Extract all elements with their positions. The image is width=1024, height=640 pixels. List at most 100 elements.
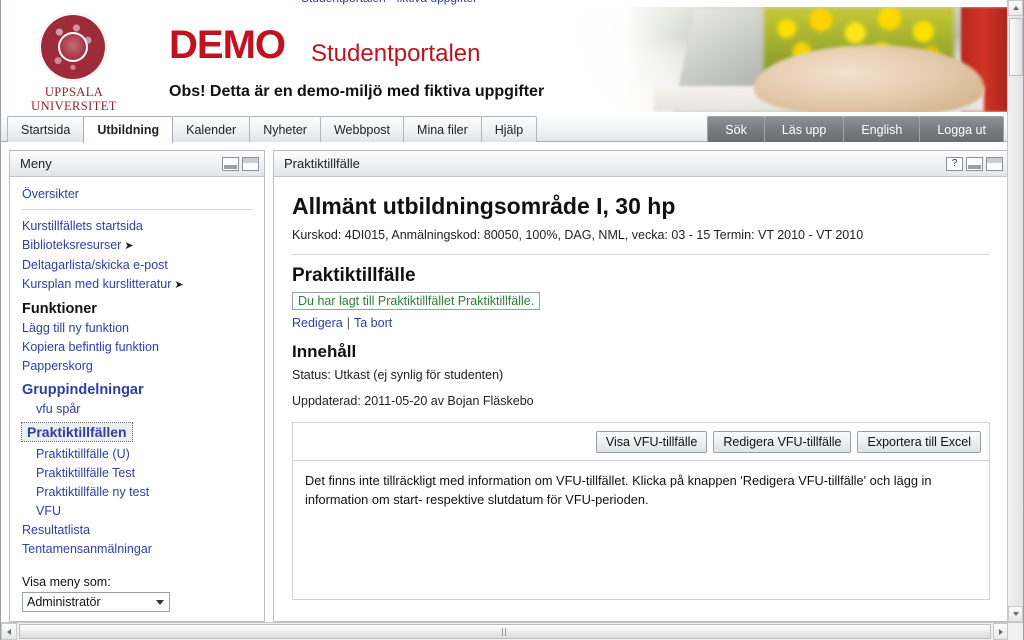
utility-buttons: Sök Läs upp English Logga ut [707,116,1004,142]
export-excel-button[interactable]: Exportera till Excel [857,430,981,453]
banner-photo [564,7,1009,112]
tab-utbildning-label: Utbildning [97,123,160,137]
portal-wordmark: Studentportalen [311,40,481,67]
tab-hjalp[interactable]: Hjälp [480,116,538,142]
triangle-right-icon [999,628,1003,635]
sidebar-item-praktiktillfalle-test[interactable]: Praktiktillfälle Test [10,464,264,483]
sidebar-item-vfu[interactable]: VFU [10,502,264,521]
triangle-up-icon [1012,6,1019,10]
demo-environment-note: Obs! Detta är en demo-miljö med fiktiva … [169,83,545,100]
sidebar-panel-header: Meny [10,151,264,177]
horizontal-scrollbar[interactable] [1,622,1009,640]
sidebar-minimize-icon[interactable] [222,156,239,171]
clipped-top-text-label: Studentportalen - fiktiva uppgifter [301,0,477,5]
demo-wordmark: DEMO [169,23,286,67]
sidebar-heading-gruppindelningar: Gruppindelningar [22,382,144,398]
sidebar-panel: Meny Översikter Kurstillfällets startsid… [9,150,265,622]
sidebar-item-deltagarlista[interactable]: Deltagarlista/skicka e-post [10,256,264,275]
view-vfu-button[interactable]: Visa VFU-tillfälle [595,430,708,453]
sidebar-item-papperskorg[interactable]: Papperskorg [10,357,264,376]
search-button[interactable]: Sök [707,116,765,142]
updated-text: Uppdaterad: 2011-05-20 av Bojan Fläskebo [292,394,534,408]
external-link-icon: ➤ [124,240,134,252]
sidebar-item-label: Kurstillfällets startsida [22,219,143,233]
triangle-down-icon [1012,612,1019,616]
logout-button-label: Logga ut [937,122,986,137]
course-metadata: Kurskod: 4DI015, Anmälningskod: 80050, 1… [292,228,864,242]
tab-mina-filer-label: Mina filer [417,122,468,137]
logout-button[interactable]: Logga ut [919,116,1004,142]
main-content: Allmänt utbildningsområde I, 30 hp Kursk… [274,177,1008,621]
triangle-left-icon [7,628,11,635]
sidebar-divider [22,209,252,210]
sidebar-item-biblioteksresurser[interactable]: Biblioteksresurser ➤ [10,236,264,256]
nav-tabs: Startsida Utbildning Kalender Nyheter We… [7,116,538,143]
status-text: Status: Utkast (ej synlig för studenten) [292,368,504,382]
tab-nyheter[interactable]: Nyheter [249,116,321,142]
tab-startsida[interactable]: Startsida [7,116,85,142]
read-aloud-button-label: Läs upp [781,122,827,137]
sidebar-item-praktiktillfalle-ny-test[interactable]: Praktiktillfälle ny test [10,483,264,502]
main-minimize-icon[interactable] [966,156,983,171]
sidebar-item-label: Deltagarlista/skicka e-post [22,258,168,272]
tab-startsida-label: Startsida [21,122,71,137]
horizontal-scrollbar-thumb[interactable] [19,624,991,639]
sidebar-item-resultatlista[interactable]: Resultatlista [10,521,264,540]
university-name-line2: UNIVERSITET [31,99,117,112]
scrollbar-grip-icon [502,627,508,636]
tab-webbpost[interactable]: Webbpost [319,116,405,142]
content-divider [292,254,990,255]
sidebar-item-praktiktillfallen-selected[interactable]: Praktiktillfällen [21,422,133,442]
scroll-left-button[interactable] [1,623,17,640]
menu-as-value: Administratör [27,595,101,609]
seal-inner-shape [58,32,88,62]
edit-vfu-button[interactable]: Redigera VFU-tillfälle [713,430,852,453]
section-heading-praktiktillfalle: Praktiktillfälle [292,265,416,286]
sidebar-item-kopiera-befintlig-funktion[interactable]: Kopiera befintlig funktion [10,338,264,357]
info-message-box: Det finns inte tillräckligt med informat… [292,460,990,600]
sidebar-item-praktiktillfalle-u[interactable]: Praktiktillfälle (U) [10,445,264,464]
help-icon[interactable]: ? [946,156,963,171]
record-actions: Redigera | Ta bort [292,316,990,330]
scroll-down-button[interactable] [1008,606,1023,622]
scroll-up-button[interactable] [1008,0,1023,16]
section-heading-innehall: Innehåll [292,342,357,361]
sidebar-title: Meny [20,156,52,171]
sidebar-item-oversikter[interactable]: Översikter [10,185,264,204]
tab-hjalp-label: Hjälp [494,122,524,137]
edit-link[interactable]: Redigera [292,316,343,330]
tab-utbildning[interactable]: Utbildning [83,116,174,143]
sidebar-item-vfu-spar[interactable]: vfu spår [10,400,264,419]
tab-nyheter-label: Nyheter [263,122,307,137]
sidebar-item-tentamensanmalningar[interactable]: Tentamensanmälningar [10,540,264,559]
delete-link[interactable]: Ta bort [354,316,392,330]
menu-as-label: Visa meny som: [22,575,111,589]
university-name: UPPSALA UNIVERSITET [27,85,121,112]
main-panel-header: Praktiktillfälle ? [274,151,1008,177]
vertical-scrollbar-thumb[interactable] [1009,18,1023,76]
sidebar-item-kurstillfallets-startsida[interactable]: Kurstillfällets startsida [10,217,264,236]
menu-as-select[interactable]: Administratör [22,592,170,612]
main-panel-title: Praktiktillfälle [284,156,360,171]
tab-kalender[interactable]: Kalender [172,116,251,142]
main-navigation-bar: Startsida Utbildning Kalender Nyheter We… [1,112,1009,143]
action-separator: | [346,316,350,330]
scrollbar-corner [1007,622,1023,640]
uppsala-university-seal-icon [39,13,107,81]
vertical-scrollbar[interactable] [1007,0,1023,622]
sidebar-item-lagg-till-ny-funktion[interactable]: Lägg till ny funktion [10,319,264,338]
main-panel: Praktiktillfälle ? Allmänt utbildningsom… [273,150,1009,622]
read-aloud-button[interactable]: Läs upp [763,116,845,142]
sidebar-item-kursplan[interactable]: Kursplan med kurslitteratur ➤ [10,275,264,295]
site-banner: UPPSALA UNIVERSITET DEMO Studentportalen… [1,7,1009,112]
sidebar-content: Översikter Kurstillfällets startsida Bib… [10,177,264,621]
main-maximize-icon[interactable] [986,156,1003,171]
tab-mina-filer[interactable]: Mina filer [403,116,482,142]
page-title: Allmänt utbildningsområde I, 30 hp [292,193,676,219]
university-name-line1: UPPSALA [44,85,104,99]
tab-webbpost-label: Webbpost [333,122,391,137]
sidebar-maximize-icon[interactable] [242,156,259,171]
success-notice: Du har lagt till Praktiktillfället Prakt… [292,292,541,310]
chevron-down-icon [156,599,164,605]
english-language-button[interactable]: English [843,116,921,142]
